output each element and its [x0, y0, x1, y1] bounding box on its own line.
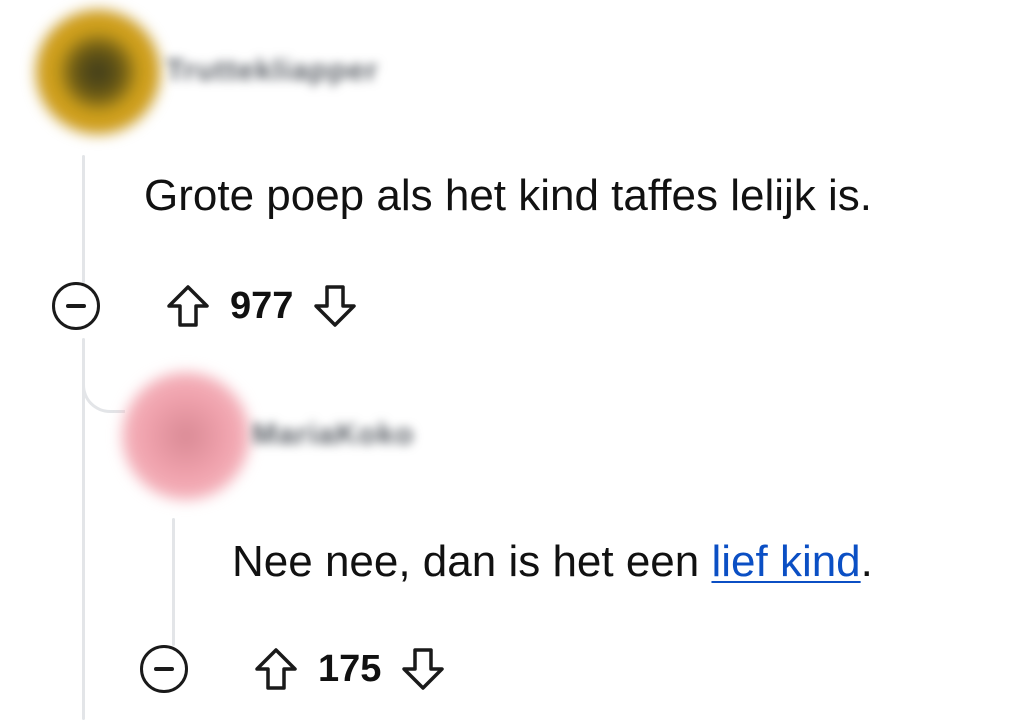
username[interactable]: Truttekliapper: [166, 54, 378, 88]
upvote-icon[interactable]: [250, 643, 302, 695]
vote-count: 977: [230, 285, 294, 327]
comment-actions: 977: [52, 278, 361, 334]
collapse-button[interactable]: [140, 645, 188, 693]
downvote-icon[interactable]: [309, 280, 361, 332]
vote-count: 175: [318, 648, 382, 690]
avatar[interactable]: [122, 372, 250, 500]
thread-line-1: [82, 155, 85, 283]
username[interactable]: MariaKoko: [252, 418, 414, 452]
minus-icon: [66, 304, 86, 308]
avatar[interactable]: [36, 10, 160, 134]
comment-text: Grote poep als het kind taffes lelijk is…: [144, 171, 873, 220]
comment-text-end: .: [860, 537, 873, 586]
comment-text-start: Nee nee, dan is het een: [232, 537, 712, 586]
comment-link[interactable]: lief kind: [711, 537, 860, 586]
comment-actions: 175: [140, 641, 449, 697]
comment-text: Nee nee, dan is het een lief kind.: [232, 540, 873, 584]
thread-connector: [82, 370, 125, 413]
thread-line-2: [172, 518, 175, 646]
minus-icon: [154, 667, 174, 671]
upvote-icon[interactable]: [162, 280, 214, 332]
collapse-button[interactable]: [52, 282, 100, 330]
downvote-icon[interactable]: [397, 643, 449, 695]
